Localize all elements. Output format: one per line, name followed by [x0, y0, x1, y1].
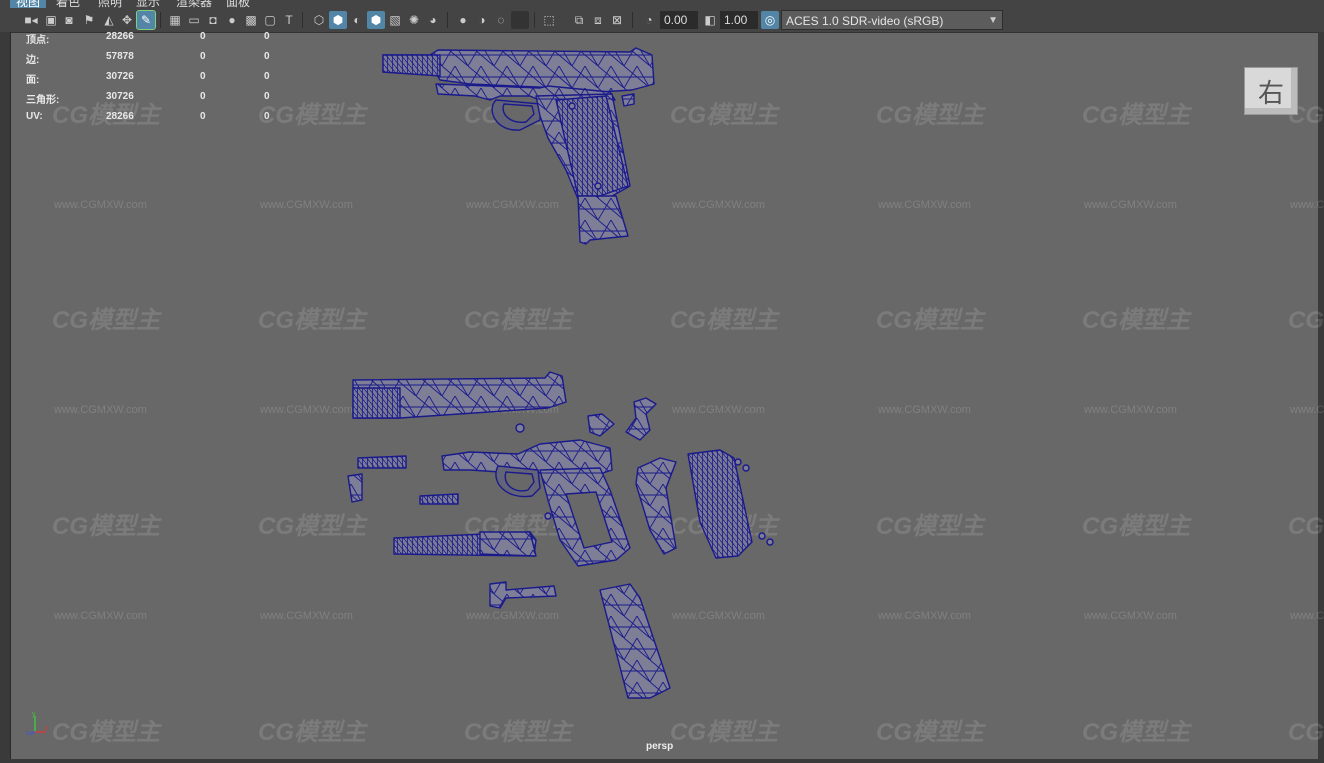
axis-x-label: x	[45, 725, 49, 732]
axis-y-label: y	[32, 711, 36, 718]
hud-label-edges: 边:	[26, 55, 40, 66]
assembled-pistol-mesh[interactable]	[382, 47, 655, 245]
view-cube[interactable]: 右	[1244, 67, 1298, 115]
hud-value-vertices: 28266	[106, 31, 134, 42]
hud-value-faces-tri: 0	[264, 71, 270, 82]
exploded-pistol-parts[interactable]	[347, 371, 774, 699]
view-cube-face-label: 右	[1257, 78, 1284, 109]
hud-value-vertices-tri: 0	[264, 31, 270, 42]
hud-value-faces-selected: 0	[200, 71, 206, 82]
axis-z-label: z	[26, 730, 30, 736]
maya-viewport-panel: { "menu": { "items": [ {"label": "视图", "…	[0, 0, 1324, 763]
hud-value-triangles-selected: 0	[200, 91, 206, 102]
hud-value-faces: 30726	[106, 71, 134, 82]
hud-label-faces: 面:	[26, 75, 40, 86]
hud-value-edges-tri: 0	[264, 51, 270, 62]
hud-value-edges: 57878	[106, 51, 134, 62]
hud-value-uvs: 28266	[106, 111, 134, 122]
hud-value-uvs-tri: 0	[264, 111, 270, 122]
hud-value-triangles: 30726	[106, 91, 134, 102]
camera-name-label: persp	[646, 741, 674, 752]
hud-value-uvs-selected: 0	[200, 111, 206, 122]
hud-label-uvs: UV:	[26, 111, 43, 122]
hud-value-vertices-selected: 0	[200, 31, 206, 42]
hud-value-edges-selected: 0	[200, 51, 206, 62]
viewport-scene	[347, 47, 774, 699]
axis-gizmo: y x z	[26, 711, 49, 736]
hud-value-triangles-tri: 0	[264, 91, 270, 102]
hud-label-vertices: 顶点:	[26, 35, 50, 46]
hud-label-triangles: 三角形:	[26, 95, 60, 106]
viewport-bottom-edge	[0, 759, 1324, 763]
